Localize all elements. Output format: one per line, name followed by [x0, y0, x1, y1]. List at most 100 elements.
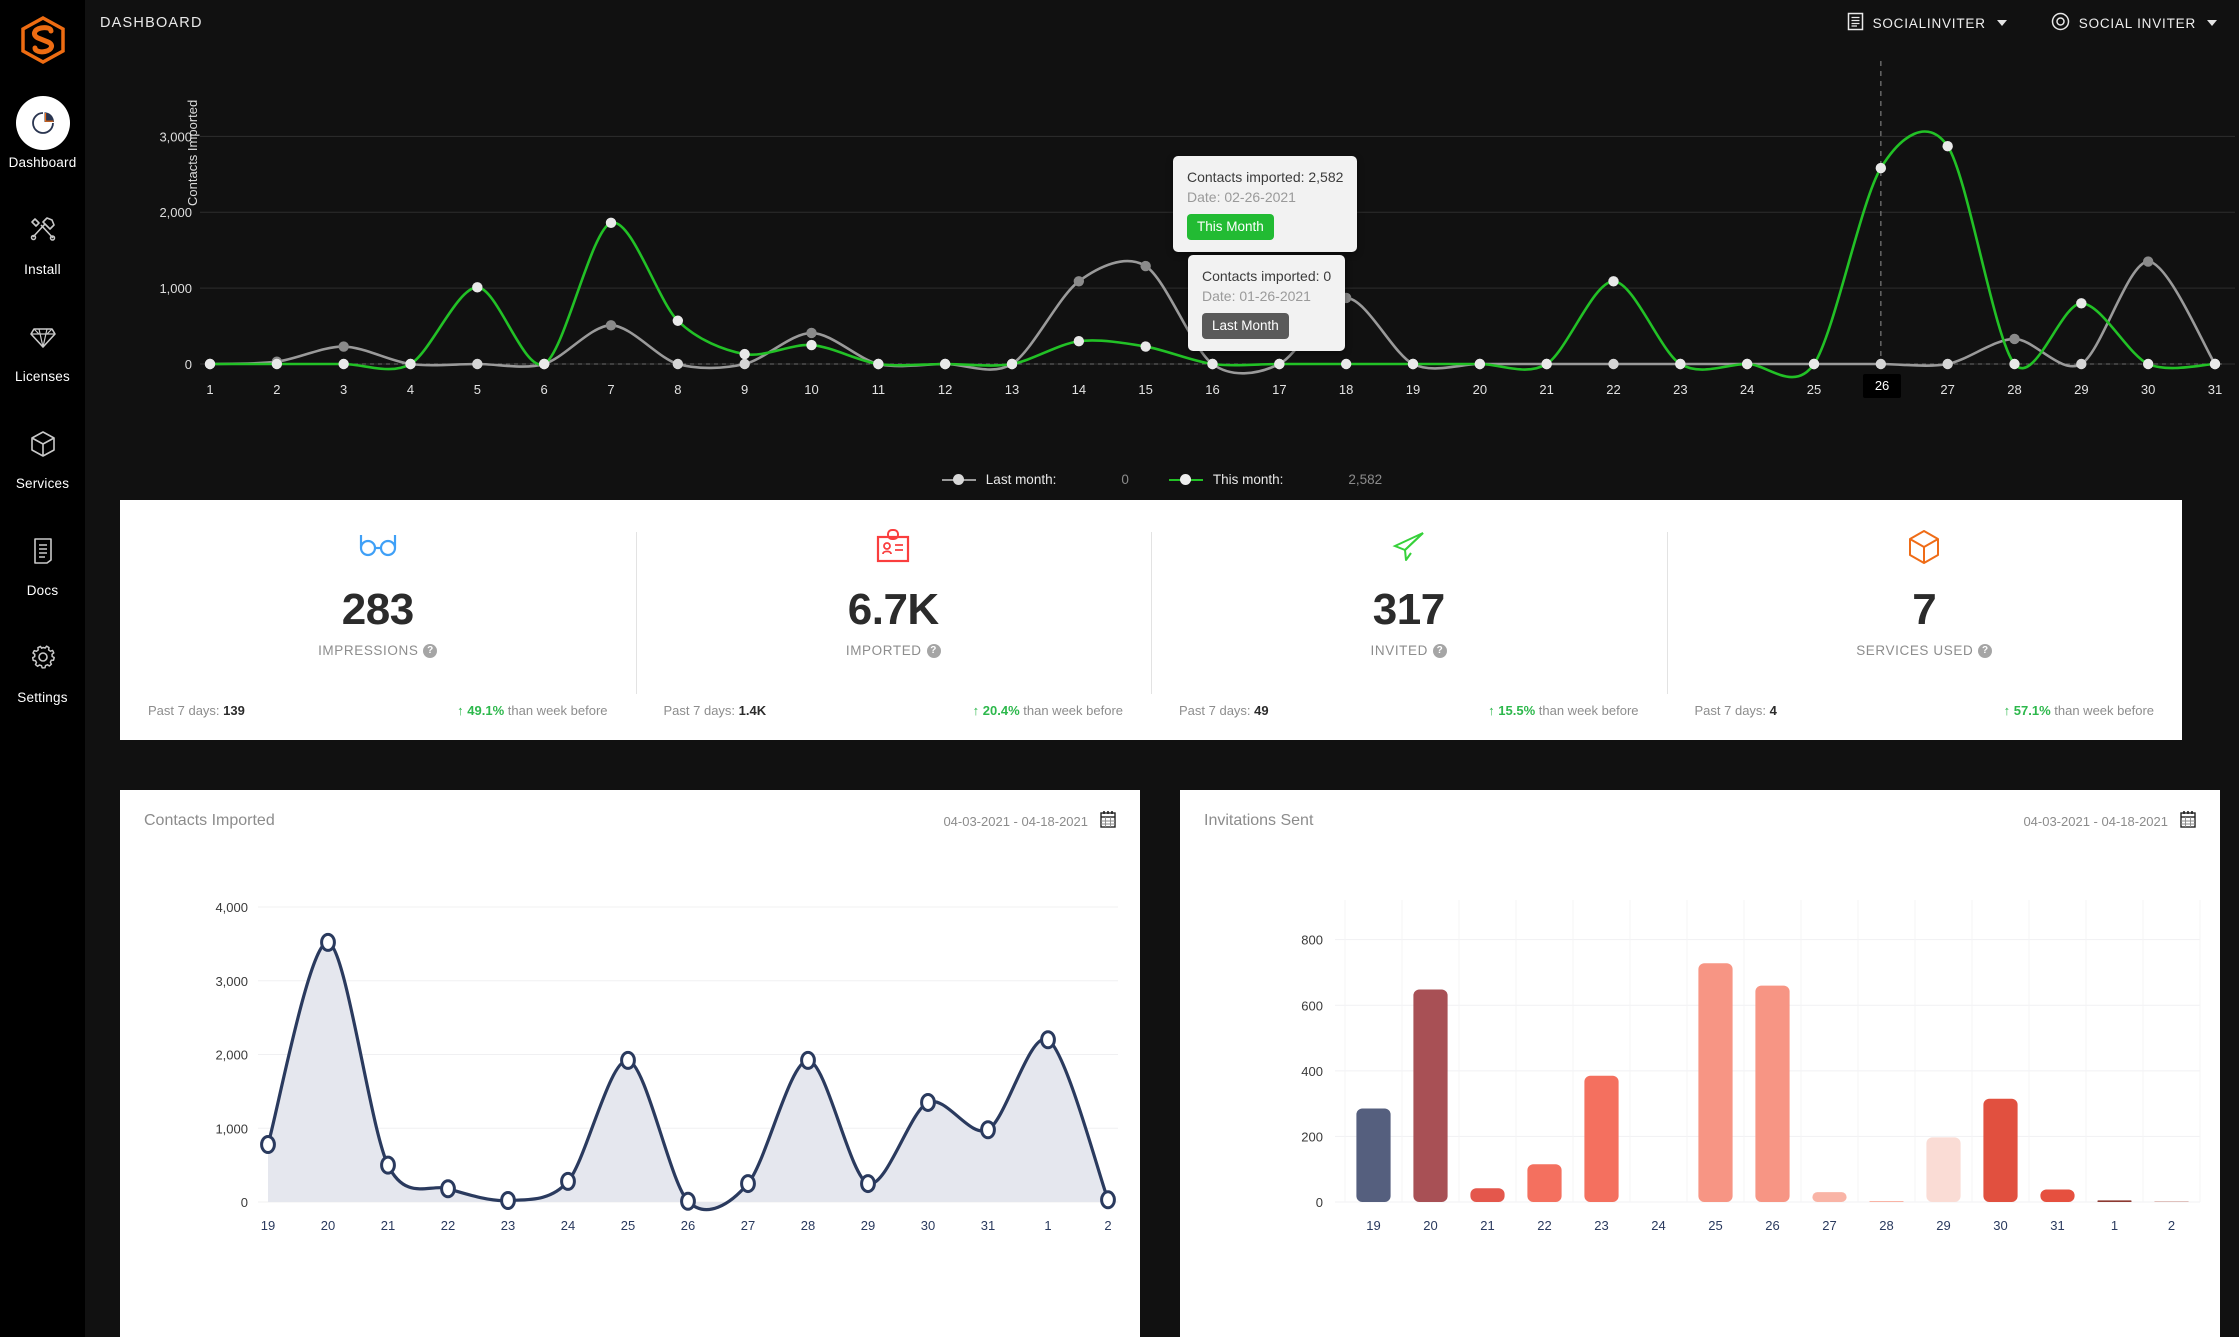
kpi-label: SERVICES USED ? [1856, 643, 1993, 658]
help-icon[interactable]: ? [1432, 643, 1447, 658]
sidebar-nav: Dashboard Install Licenses Services Docs… [0, 96, 85, 738]
kpi-delta: ↑ 57.1% than week before [2004, 703, 2154, 718]
kpi-label-text: IMPORTED [845, 643, 922, 658]
cube-icon [16, 417, 70, 471]
svg-text:28: 28 [2007, 382, 2021, 397]
sidebar-item-install[interactable]: Install [0, 203, 85, 277]
tooltip-date: Date: 01-26-2021 [1202, 288, 1311, 305]
svg-text:1: 1 [1044, 1218, 1051, 1233]
topbar-menu-label: SOCIALINVITER [1872, 15, 1986, 31]
topbar-menu-label: SOCIAL INVITER [2078, 15, 2196, 31]
svg-text:17: 17 [1272, 382, 1286, 397]
hero-line-chart[interactable]: 01,0002,0003,0001 2 3 4 5 6 7 8 9 10 11 12 13 14 15 16 1… [85, 46, 2239, 466]
help-icon[interactable]: ? [926, 643, 941, 658]
gear-icon [16, 631, 70, 685]
kpi-delta-suffix: than week before [2054, 703, 2154, 718]
tooltip-metric: Contacts imported: 2,582 [1187, 169, 1344, 185]
page-title: DASHBOARD [100, 15, 203, 31]
svg-text:24: 24 [561, 1218, 575, 1233]
svg-text:18: 18 [1339, 382, 1353, 397]
legend-value: 2,582 [1348, 472, 1383, 487]
svg-text:10: 10 [804, 382, 818, 397]
sidebar-item-services[interactable]: Services [0, 417, 85, 491]
help-icon[interactable]: ? [1978, 643, 1993, 658]
kpi-label: IMPORTED ? [846, 643, 941, 658]
kpi-footer: Past 7 days: 4 ↑ 57.1% than week before [1667, 703, 2183, 718]
svg-text:26: 26 [681, 1218, 695, 1233]
svg-text:2: 2 [273, 382, 280, 397]
svg-text:4: 4 [407, 382, 414, 397]
card-date-range[interactable]: 04-03-2021 - 04-18-2021 [943, 814, 1088, 829]
kpi-past-label: Past 7 days: [1694, 703, 1767, 718]
kpi-card-imported[interactable]: 6.7K IMPORTED ? Past 7 days: 1.4K ↑ 20.4… [635, 500, 1152, 740]
calendar-icon[interactable] [2180, 810, 2196, 833]
svg-text:7: 7 [607, 382, 614, 397]
kpi-card-invited[interactable]: 317 INVITED ? Past 7 days: 49 ↑ 15.5% th… [1151, 500, 1667, 740]
svg-text:23: 23 [1594, 1218, 1608, 1233]
legend-item-this-month[interactable]: This month: 2,582 [1168, 472, 1383, 487]
kpi-card-services-used[interactable]: 7 SERVICES USED ? Past 7 days: 4 ↑ 57.1%… [1666, 500, 2183, 740]
svg-text:31: 31 [2050, 1218, 2064, 1233]
calendar-icon[interactable] [1100, 810, 1116, 833]
svg-text:30: 30 [1993, 1218, 2007, 1233]
sidebar-item-dashboard[interactable]: Dashboard [0, 96, 85, 170]
kpi-label: IMPRESSIONS ? [318, 643, 438, 658]
kpi-label-text: SERVICES USED [1856, 643, 1974, 658]
svg-text:31: 31 [2208, 382, 2222, 397]
tooltip-metric: Contacts imported: 0 [1202, 268, 1332, 284]
svg-text:8: 8 [674, 382, 681, 397]
svg-text:27: 27 [741, 1218, 755, 1233]
legend-marker [1168, 474, 1203, 485]
kpi-past-label: Past 7 days: [148, 703, 220, 718]
kpi-footer: Past 7 days: 49 ↑ 15.5% than week before [1151, 703, 1667, 718]
svg-text:2,000: 2,000 [159, 205, 192, 220]
topbar-menu-account[interactable]: SOCIAL INVITER [2051, 12, 2217, 34]
kpi-delta: ↑ 49.1% than week before [457, 703, 607, 718]
kpi-past-7-days: Past 7 days: 1.4K [664, 703, 767, 718]
kpi-footer: Past 7 days: 139 ↑ 49.1% than week befor… [120, 703, 636, 718]
legend-label: Last month: [985, 472, 1057, 487]
legend-item-last-month[interactable]: Last month: 0 [941, 472, 1129, 487]
kpi-past-value: 1.4K [738, 703, 767, 718]
diamond-icon [16, 310, 70, 364]
svg-text:5: 5 [474, 382, 481, 397]
svg-text:24: 24 [1651, 1218, 1665, 1233]
tooltip-this-month: Contacts imported: 2,582 Date: 02-26-202… [1173, 156, 1358, 253]
kpi-value: 6.7K [847, 585, 939, 634]
svg-text:16: 16 [1205, 382, 1219, 397]
kpi-delta: ↑ 15.5% than week before [1488, 703, 1638, 718]
svg-text:600: 600 [1301, 998, 1323, 1013]
kpi-label: INVITED ? [1371, 643, 1447, 658]
svg-text:0: 0 [185, 357, 192, 372]
sidebar-item-docs[interactable]: Docs [0, 524, 85, 598]
kpi-past-value: 139 [223, 703, 245, 718]
tooltip-badge: This Month [1187, 213, 1274, 241]
chevron-down-icon [2207, 20, 2217, 26]
kpi-strip: 283 IMPRESSIONS ? Past 7 days: 139 ↑ 49.… [120, 500, 2182, 740]
x-axis-highlight: 26 [1862, 374, 1902, 398]
svg-text:25: 25 [1807, 382, 1821, 397]
invitations-sent-bar-chart[interactable]: 0 200 400 600 800 19 20 21 22 23 24 25 26 27 28 29 30 31 1… [1180, 852, 2220, 1337]
kpi-card-impressions[interactable]: 283 IMPRESSIONS ? Past 7 days: 139 ↑ 49.… [120, 500, 636, 740]
glasses-icon [356, 525, 400, 571]
contacts-imported-area-chart[interactable]: 01,0002,0003,0004,00019 20 21 22 23 24 25 26 27 2… [120, 852, 1140, 1337]
help-icon[interactable]: ? [423, 643, 438, 658]
hero-chart-panel: Contacts Imported 0 1,000 2,000 3,000 1 2 3 4 5 6… [85, 46, 2239, 536]
cube-icon [1906, 525, 1942, 571]
svg-text:400: 400 [1301, 1064, 1323, 1079]
sidebar-item-label: Licenses [15, 369, 70, 384]
app-logo-icon[interactable] [15, 12, 71, 68]
arrow-up-icon: ↑ [457, 703, 464, 718]
svg-text:1: 1 [2111, 1218, 2118, 1233]
svg-text:29: 29 [1936, 1218, 1950, 1233]
sidebar-item-settings[interactable]: Settings [0, 631, 85, 705]
topbar-menu-socialinviter[interactable]: SOCIALINVITER [1847, 12, 2007, 34]
kpi-delta-value: 20.4% [982, 703, 1020, 718]
card-date-range[interactable]: 04-03-2021 - 04-18-2021 [2023, 814, 2168, 829]
svg-text:22: 22 [1606, 382, 1620, 397]
svg-text:23: 23 [501, 1218, 515, 1233]
svg-text:31: 31 [981, 1218, 995, 1233]
sidebar-item-label: Install [24, 262, 61, 277]
sidebar-item-licenses[interactable]: Licenses [0, 310, 85, 384]
legend-value: 0 [1121, 472, 1129, 487]
